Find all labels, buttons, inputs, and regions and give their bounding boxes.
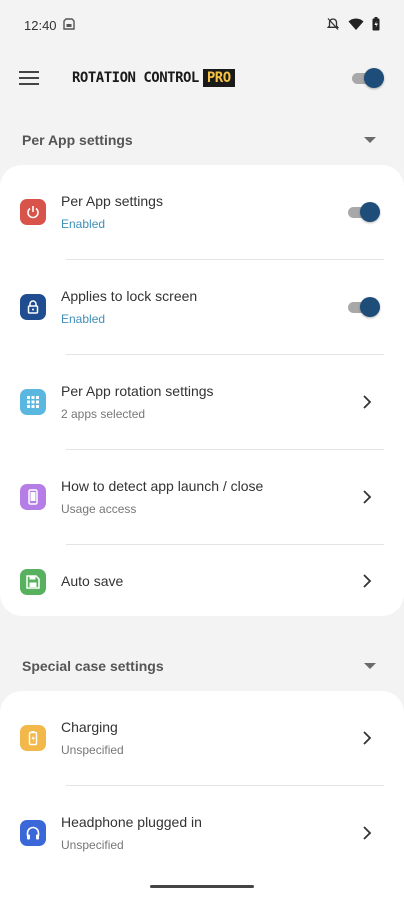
section-title: Per App settings	[22, 132, 133, 148]
chevron-right-icon	[363, 731, 372, 745]
chevron-right-icon	[363, 490, 372, 504]
per-app-settings-card: Per App settings Enabled Applies to lock…	[0, 165, 404, 616]
master-rotation-switch[interactable]	[352, 67, 386, 89]
battery-icon	[372, 16, 380, 34]
row-title: Per App rotation settings	[61, 383, 214, 399]
chevron-right-icon	[363, 574, 372, 588]
row-subtitle: 2 apps selected	[61, 407, 146, 421]
caret-down-icon	[364, 137, 376, 143]
row-title: Charging	[61, 719, 118, 735]
status-bar: 12:40	[0, 0, 404, 50]
row-subtitle: Enabled	[61, 217, 106, 231]
special-case-settings-card: Charging Unspecified Headphone plugged i…	[0, 691, 404, 900]
section-header-special-case[interactable]: Special case settings	[0, 648, 404, 684]
row-detect-app-launch[interactable]: How to detect app launch / close Usage a…	[0, 450, 404, 545]
row-subtitle: Unspecified	[61, 743, 124, 757]
row-per-app-rotation-settings[interactable]: Per App rotation settings 2 apps selecte…	[0, 355, 404, 450]
app-grid-icon	[20, 389, 46, 415]
battery-charging-icon	[20, 725, 46, 751]
status-left: 12:40	[24, 18, 75, 33]
chevron-right-icon	[363, 826, 372, 840]
logo-text: ROTATION CONTROL	[72, 70, 199, 86]
row-title: Applies to lock screen	[61, 288, 198, 304]
phone-icon	[20, 484, 46, 510]
lock-icon	[20, 294, 46, 320]
row-auto-save[interactable]: Auto save	[0, 545, 404, 616]
per-app-settings-switch[interactable]	[348, 201, 382, 223]
row-charging[interactable]: Charging Unspecified	[0, 691, 404, 786]
row-title: Per App settings	[61, 193, 163, 209]
hamburger-menu-icon[interactable]	[18, 67, 40, 89]
row-title: How to detect app launch / close	[61, 478, 264, 494]
logo-badge: PRO	[202, 69, 235, 87]
wifi-icon	[348, 17, 364, 34]
status-right	[326, 16, 380, 34]
row-subtitle: Enabled	[61, 312, 106, 326]
app-logo: ROTATION CONTROL PRO	[72, 69, 235, 87]
row-subtitle: Usage access	[61, 502, 137, 516]
row-headphone-plugged-in[interactable]: Headphone plugged in Unspecified	[0, 786, 404, 881]
section-header-per-app[interactable]: Per App settings	[0, 122, 404, 158]
power-icon	[20, 199, 46, 225]
headphone-icon	[20, 820, 46, 846]
caret-down-icon	[364, 663, 376, 669]
row-subtitle: Unspecified	[61, 838, 124, 852]
lock-screen-switch[interactable]	[348, 296, 382, 318]
home-indicator[interactable]	[150, 885, 254, 888]
row-title: Auto save	[61, 573, 124, 589]
save-icon	[20, 569, 46, 595]
app-bar: ROTATION CONTROL PRO	[0, 52, 404, 104]
row-applies-to-lock-screen[interactable]: Applies to lock screen Enabled	[0, 260, 404, 355]
section-title: Special case settings	[22, 658, 164, 674]
notifications-off-icon	[326, 17, 340, 34]
row-per-app-settings[interactable]: Per App settings Enabled	[0, 165, 404, 260]
status-time: 12:40	[24, 17, 57, 33]
row-title: Headphone plugged in	[61, 814, 202, 830]
chevron-right-icon	[363, 395, 372, 409]
sd-card-icon	[62, 17, 75, 33]
